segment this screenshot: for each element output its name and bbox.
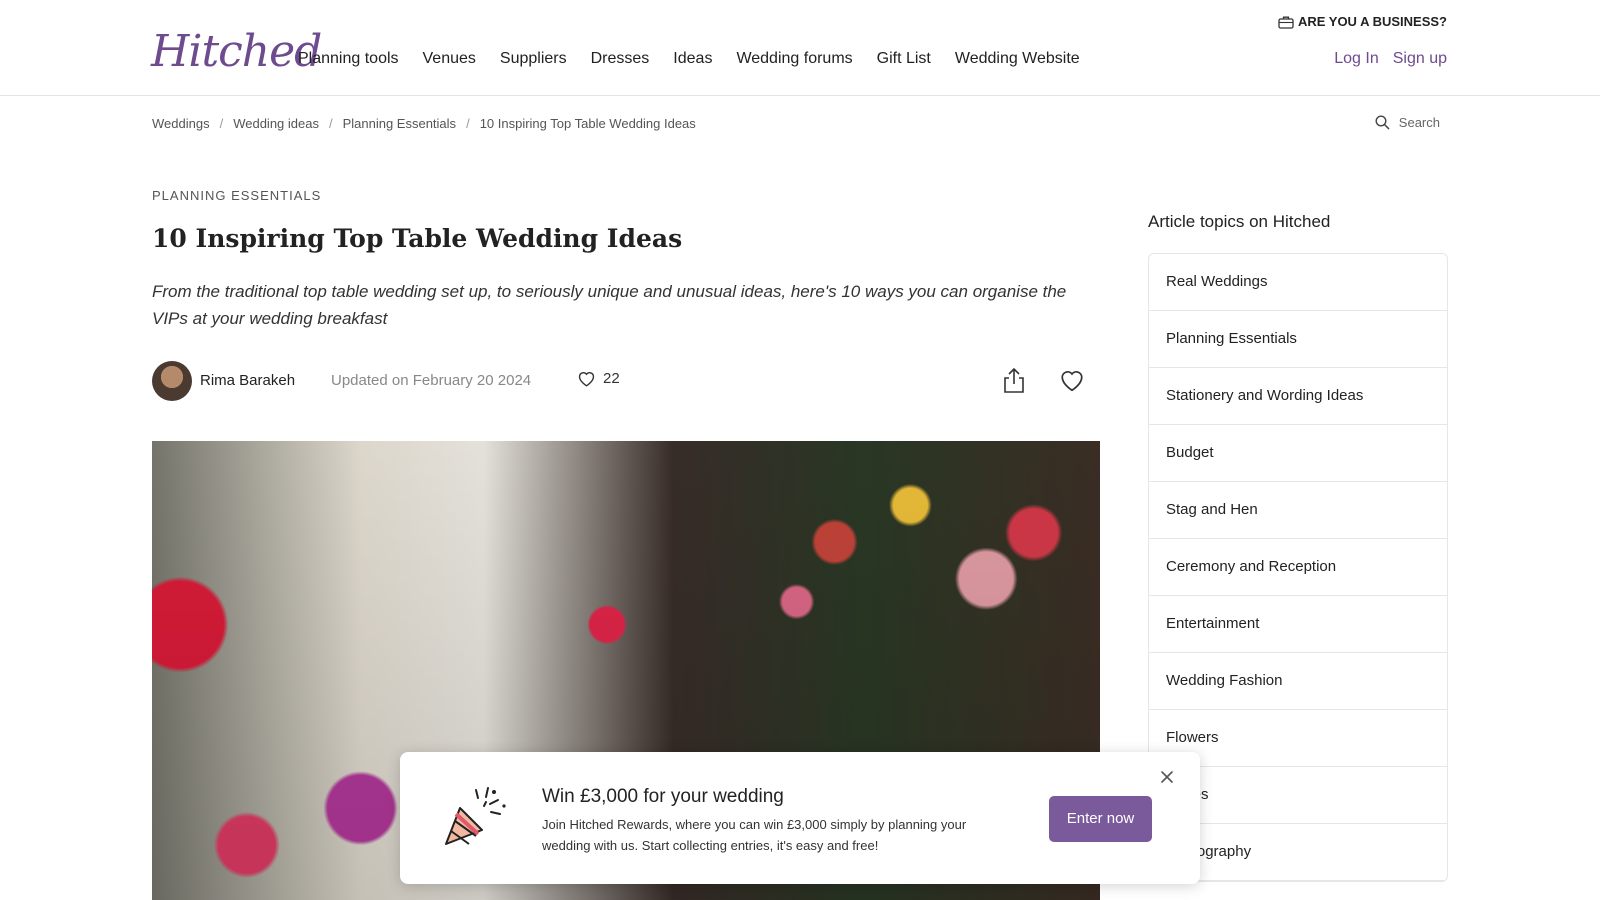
nav-wedding-website[interactable]: Wedding Website xyxy=(955,50,1080,68)
article-category[interactable]: PLANNING ESSENTIALS xyxy=(152,188,321,203)
nav-gift-list[interactable]: Gift List xyxy=(877,50,931,68)
nav-planning-tools[interactable]: Planning tools xyxy=(298,50,399,68)
likes-count: 22 xyxy=(603,370,620,387)
topic-stag-and-hen[interactable]: Stag and Hen xyxy=(1149,482,1447,539)
breadcrumb-separator: / xyxy=(219,116,224,131)
enter-now-button[interactable]: Enter now xyxy=(1049,796,1152,842)
heart-outline-icon xyxy=(578,372,595,387)
topic-ceremony-reception[interactable]: Ceremony and Reception xyxy=(1149,539,1447,596)
breadcrumb-separator: / xyxy=(328,116,333,131)
breadcrumb-planning-essentials[interactable]: Planning Essentials xyxy=(343,116,456,131)
share-button[interactable] xyxy=(1002,367,1026,399)
nav-suppliers[interactable]: Suppliers xyxy=(500,50,567,68)
topic-planning-essentials[interactable]: Planning Essentials xyxy=(1149,311,1447,368)
breadcrumb-current: 10 Inspiring Top Table Wedding Ideas xyxy=(479,116,696,131)
search-label: Search xyxy=(1398,115,1440,130)
favorite-button[interactable] xyxy=(1059,368,1085,397)
business-link-label: ARE YOU A BUSINESS? xyxy=(1297,14,1447,29)
topic-stationery[interactable]: Stationery and Wording Ideas xyxy=(1149,368,1447,425)
close-icon xyxy=(1161,771,1173,783)
promo-text: Join Hitched Rewards, where you can win … xyxy=(542,817,967,853)
hitched-logo[interactable]: Hitched xyxy=(151,26,322,77)
topic-wedding-fashion[interactable]: Wedding Fashion xyxy=(1149,653,1447,710)
nav-ideas[interactable]: Ideas xyxy=(673,50,712,68)
author-avatar[interactable] xyxy=(152,361,192,401)
rewards-promo-popup: Win £3,000 for your wedding Join Hitched… xyxy=(400,752,1200,884)
article-lead: From the traditional top table wedding s… xyxy=(152,282,1067,328)
auth-links: Log In Sign up xyxy=(1334,50,1447,68)
briefcase-icon xyxy=(1278,16,1294,29)
share-icon xyxy=(1004,368,1024,393)
party-popper-icon xyxy=(438,784,508,855)
search-icon xyxy=(1375,115,1390,130)
breadcrumb-separator: / xyxy=(466,116,470,131)
promo-title: Win £3,000 for your wedding xyxy=(542,786,784,807)
promo-close-button[interactable] xyxy=(1160,770,1174,789)
article-meta: Rima Barakeh Updated on February 20 2024… xyxy=(152,361,1086,401)
business-link[interactable]: ARE YOU A BUSINESS? xyxy=(1278,14,1447,29)
topic-budget[interactable]: Budget xyxy=(1149,425,1447,482)
article-title: 10 Inspiring Top Table Wedding Ideas xyxy=(152,224,683,253)
nav-dresses[interactable]: Dresses xyxy=(591,50,650,68)
heart-icon xyxy=(1061,371,1083,392)
author-name[interactable]: Rima Barakeh xyxy=(200,372,295,389)
breadcrumb-weddings[interactable]: Weddings xyxy=(152,116,210,131)
login-link[interactable]: Log In xyxy=(1334,50,1378,68)
nav-wedding-forums[interactable]: Wedding forums xyxy=(736,50,852,68)
sidebar-title: Article topics on Hitched xyxy=(1148,212,1331,231)
topic-real-weddings[interactable]: Real Weddings xyxy=(1149,254,1447,311)
breadcrumb-wedding-ideas[interactable]: Wedding ideas xyxy=(233,116,319,131)
topic-entertainment[interactable]: Entertainment xyxy=(1149,596,1447,653)
site-header: Hitched Planning tools Venues Suppliers … xyxy=(0,0,1600,96)
main-nav: Planning tools Venues Suppliers Dresses … xyxy=(298,50,1080,68)
updated-date: Updated on February 20 2024 xyxy=(331,372,532,389)
breadcrumb: Weddings / Wedding ideas / Planning Esse… xyxy=(152,116,696,131)
search-button[interactable]: Search xyxy=(1375,115,1440,130)
nav-venues[interactable]: Venues xyxy=(423,50,476,68)
likes-counter[interactable]: 22 xyxy=(577,370,620,387)
signup-link[interactable]: Sign up xyxy=(1393,50,1447,68)
